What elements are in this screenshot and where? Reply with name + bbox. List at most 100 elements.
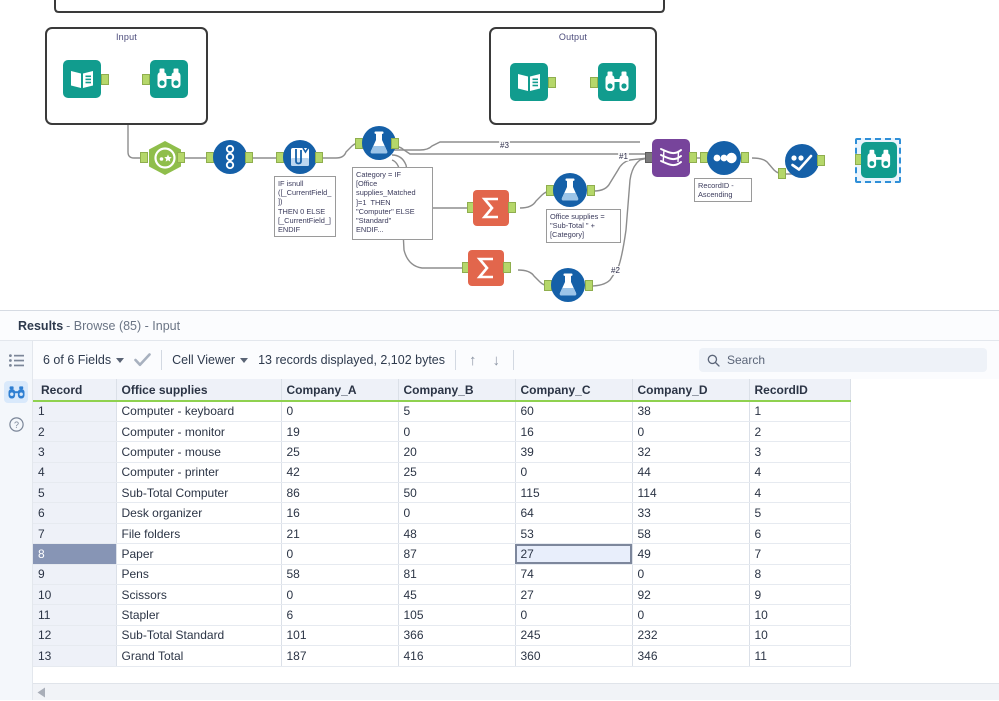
cell-office-supplies[interactable]: Grand Total — [116, 645, 282, 667]
output-connector-nub[interactable] — [508, 202, 516, 213]
cell-company-a[interactable]: 187 — [281, 645, 399, 667]
output-connector-nub[interactable] — [101, 74, 109, 85]
row-record-number[interactable]: 11 — [33, 604, 117, 626]
cell-office-supplies[interactable]: Desk organizer — [116, 502, 282, 524]
row-record-number[interactable]: 4 — [33, 462, 117, 484]
browse-tool[interactable] — [861, 142, 897, 178]
table-row[interactable]: 13 Grand Total 187 416 360 346 11 — [33, 645, 851, 667]
cell-company-d[interactable]: 44 — [632, 462, 750, 484]
input-data-tool[interactable] — [63, 60, 101, 98]
workflow-canvas[interactable]: Input Output IF isnull ([_CurrentField_]… — [0, 0, 999, 310]
fields-selector[interactable]: 6 of 6 Fields — [43, 353, 125, 367]
summarize-tool[interactable] — [468, 250, 504, 286]
table-row[interactable]: 6 Desk organizer 16 0 64 33 5 — [33, 502, 851, 524]
output-connector-nub[interactable] — [741, 152, 749, 163]
cell-company-b[interactable]: 366 — [398, 625, 516, 647]
row-record-number[interactable]: 12 — [33, 625, 117, 647]
cell-company-b[interactable]: 105 — [398, 604, 516, 626]
cell-company-a[interactable]: 6 — [281, 604, 399, 626]
row-record-number[interactable]: 10 — [33, 584, 117, 606]
cell-company-b[interactable]: 0 — [398, 421, 516, 443]
cell-company-a[interactable]: 86 — [281, 482, 399, 504]
cell-company-c[interactable]: 27 — [515, 543, 633, 565]
browse-icon[interactable] — [4, 381, 28, 403]
cell-recordid[interactable]: 4 — [749, 462, 851, 484]
search-input[interactable] — [727, 353, 979, 367]
cell-office-supplies[interactable]: Stapler — [116, 604, 282, 626]
cell-company-c[interactable]: 0 — [515, 604, 633, 626]
search-box[interactable] — [699, 348, 987, 372]
scroll-up-button[interactable]: ↑ — [466, 353, 480, 368]
cell-company-d[interactable]: 32 — [632, 441, 750, 463]
cell-recordid[interactable]: 1 — [749, 401, 851, 422]
row-record-number[interactable]: 9 — [33, 564, 117, 586]
table-row[interactable]: 10 Scissors 0 45 27 92 9 — [33, 584, 851, 606]
column-header-company-c[interactable]: Company_C — [515, 379, 633, 402]
cell-recordid[interactable]: 6 — [749, 523, 851, 545]
cell-company-d[interactable]: 0 — [632, 564, 750, 586]
cell-office-supplies[interactable]: Sub-Total Computer — [116, 482, 282, 504]
cell-company-c[interactable]: 74 — [515, 564, 633, 586]
cell-company-c[interactable]: 360 — [515, 645, 633, 667]
table-row[interactable]: 7 File folders 21 48 53 58 6 — [33, 523, 851, 545]
cell-recordid[interactable]: 5 — [749, 502, 851, 524]
cell-company-d[interactable]: 114 — [632, 482, 750, 504]
table-row[interactable]: 3 Computer - mouse 25 20 39 32 3 — [33, 441, 851, 463]
sample-tool[interactable] — [784, 143, 820, 179]
cell-company-c[interactable]: 245 — [515, 625, 633, 647]
cell-company-b[interactable]: 87 — [398, 543, 516, 565]
cell-company-a[interactable]: 42 — [281, 462, 399, 484]
cell-company-c[interactable]: 16 — [515, 421, 633, 443]
output-connector-nub[interactable] — [585, 280, 593, 291]
cell-company-b[interactable]: 20 — [398, 441, 516, 463]
results-table[interactable]: Record Office supplies Company_A Company… — [33, 379, 851, 667]
cell-office-supplies[interactable]: Computer - keyboard — [116, 401, 282, 422]
cell-company-a[interactable]: 25 — [281, 441, 399, 463]
summarize-tool[interactable] — [473, 190, 509, 226]
row-record-number[interactable]: 6 — [33, 502, 117, 524]
cell-office-supplies[interactable]: Paper — [116, 543, 282, 565]
viewer-selector[interactable]: Cell Viewer — [172, 353, 249, 367]
row-record-number[interactable]: 2 — [33, 421, 117, 443]
multi-field-formula-tool[interactable] — [282, 139, 318, 175]
results-toolbar[interactable]: 6 of 6 Fields Cell Viewer 13 records dis… — [33, 341, 999, 379]
cell-company-d[interactable]: 49 — [632, 543, 750, 565]
cell-company-a[interactable]: 0 — [281, 584, 399, 606]
row-record-number[interactable]: 5 — [33, 482, 117, 504]
cell-company-d[interactable]: 58 — [632, 523, 750, 545]
table-row[interactable]: 8 Paper 0 87 27 49 7 — [33, 543, 851, 565]
column-header-office-supplies[interactable]: Office supplies — [116, 379, 282, 402]
column-header-record[interactable]: Record — [33, 379, 117, 402]
cell-recordid[interactable]: 8 — [749, 564, 851, 586]
cell-company-c[interactable]: 39 — [515, 441, 633, 463]
horizontal-scrollbar[interactable] — [33, 683, 999, 700]
cell-company-a[interactable]: 0 — [281, 401, 399, 422]
cell-recordid[interactable]: 9 — [749, 584, 851, 606]
cell-company-b[interactable]: 25 — [398, 462, 516, 484]
scroll-left-arrow-icon[interactable] — [33, 684, 50, 701]
cell-company-b[interactable]: 45 — [398, 584, 516, 606]
cell-company-c[interactable]: 27 — [515, 584, 633, 606]
sort-tool[interactable] — [706, 140, 742, 176]
cell-company-a[interactable]: 101 — [281, 625, 399, 647]
row-record-number[interactable]: 1 — [33, 401, 117, 422]
cell-company-d[interactable]: 0 — [632, 604, 750, 626]
cell-recordid[interactable]: 11 — [749, 645, 851, 667]
cell-company-c[interactable]: 0 — [515, 462, 633, 484]
input-connector-nub[interactable] — [142, 74, 150, 85]
input-data-tool[interactable] — [510, 63, 548, 101]
cell-company-c[interactable]: 60 — [515, 401, 633, 422]
output-connector-nub[interactable] — [177, 152, 185, 163]
input-connector-nub[interactable] — [590, 77, 598, 88]
cell-recordid[interactable]: 10 — [749, 625, 851, 647]
results-pane[interactable]: Results - Browse (85) - Input ? 6 of 6 F… — [0, 310, 999, 700]
cell-company-b[interactable]: 416 — [398, 645, 516, 667]
cell-company-c[interactable]: 64 — [515, 502, 633, 524]
cell-company-d[interactable]: 38 — [632, 401, 750, 422]
formula-tool[interactable] — [552, 172, 588, 208]
union-tool[interactable] — [652, 139, 690, 177]
cell-company-c[interactable]: 115 — [515, 482, 633, 504]
results-table-container[interactable]: Record Office supplies Company_A Company… — [33, 379, 999, 683]
cell-company-a[interactable]: 16 — [281, 502, 399, 524]
column-header-company-a[interactable]: Company_A — [281, 379, 399, 402]
